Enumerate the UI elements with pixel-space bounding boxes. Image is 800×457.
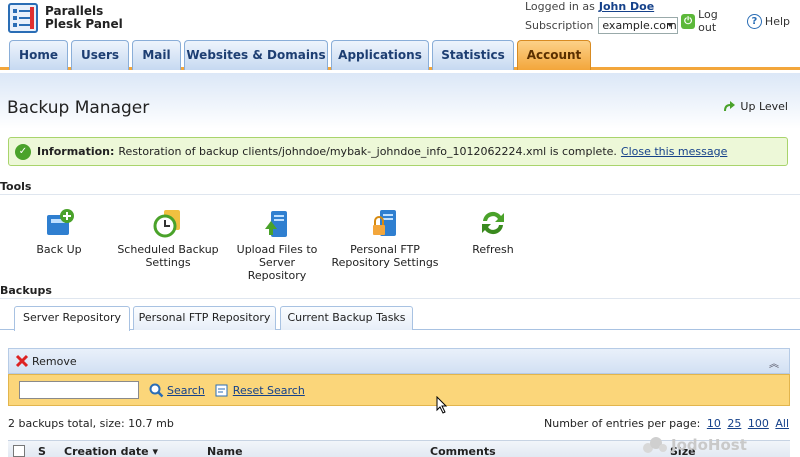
nav-tab-statistics[interactable]: Statistics [432, 40, 514, 70]
logout-label: Log out [698, 8, 718, 34]
list-toolbar: Remove ︽ [8, 348, 790, 374]
tab-personal-ftp-repository[interactable]: Personal FTP Repository [133, 306, 276, 330]
app-name-line2: Plesk Panel [45, 17, 123, 31]
perpage-label: Number of entries per page: [544, 417, 701, 430]
backups-heading: Backups [0, 284, 52, 297]
help-link[interactable]: ? Help [746, 13, 790, 29]
subscription-select[interactable]: example.com [598, 17, 679, 34]
tool-personal-ftp-settings[interactable]: Personal FTP Repository Settings [330, 207, 440, 269]
column-name[interactable]: Name [207, 445, 243, 457]
main-nav: Home Users Mail Websites & Domains Appli… [0, 38, 800, 70]
up-level-icon [724, 101, 736, 111]
tools-divider [0, 194, 800, 195]
tab-server-repository[interactable]: Server Repository [14, 306, 130, 331]
schedule-icon [152, 207, 184, 239]
tool-label: Personal FTP [350, 243, 420, 256]
entries-per-page: Number of entries per page: 10 25 100 Al… [544, 417, 789, 430]
column-comments[interactable]: Comments [430, 445, 496, 457]
page-header: Backup Manager Up Level [0, 73, 800, 129]
perpage-25[interactable]: 25 [727, 417, 741, 430]
tools-heading: Tools [0, 180, 32, 193]
upload-icon [261, 207, 293, 239]
perpage-all[interactable]: All [775, 417, 789, 430]
nav-tab-home[interactable]: Home [9, 40, 68, 70]
remove-button[interactable]: Remove [15, 354, 77, 368]
tool-label: Back Up [36, 243, 82, 256]
column-status[interactable]: S [38, 445, 46, 457]
reset-search-button[interactable]: Reset Search [215, 383, 305, 398]
refresh-icon [477, 207, 509, 239]
up-level-label: Up Level [740, 99, 788, 113]
logged-in-label: Logged in as [525, 0, 595, 13]
watermark-text: JodoHost [671, 436, 747, 454]
search-button-label: Search [167, 383, 205, 397]
tool-label: Scheduled Backup [117, 243, 219, 256]
user-box: Logged in as John Doe Subscription exampl… [525, 0, 679, 34]
perpage-100[interactable]: 100 [748, 417, 769, 430]
info-label: Information: [37, 145, 115, 158]
collapse-icon[interactable]: ︽ [769, 355, 779, 370]
nav-tab-account[interactable]: Account [517, 40, 591, 70]
tool-refresh[interactable]: Refresh [438, 207, 548, 256]
tool-label: Repository [247, 269, 307, 282]
tool-label: Refresh [472, 243, 514, 256]
tool-label: Settings [145, 256, 191, 269]
nav-tab-websites-domains[interactable]: Websites & Domains [184, 40, 328, 70]
mouse-cursor-icon [436, 395, 448, 417]
watermark-logo-icon [643, 437, 667, 453]
watermark: JodoHost [642, 436, 747, 454]
backup-icon [43, 207, 75, 239]
tool-scheduled-backup-settings[interactable]: Scheduled Backup Settings [113, 207, 223, 269]
info-message: ✓ Information: Restoration of backup cli… [8, 137, 788, 166]
remove-icon [15, 354, 29, 368]
tool-label: Repository Settings [331, 256, 439, 269]
help-label: Help [764, 14, 790, 28]
search-input[interactable] [19, 381, 139, 399]
check-icon: ✓ [15, 143, 31, 160]
help-icon: ? [746, 13, 762, 29]
up-level-link[interactable]: Up Level [721, 98, 788, 114]
search-bar: Search Reset Search [8, 374, 790, 406]
backups-summary: 2 backups total, size: 10.7 mb [8, 417, 174, 430]
tool-back-up[interactable]: Back Up [4, 207, 114, 256]
sort-down-icon: ▾ [152, 445, 159, 457]
ftp-lock-icon [369, 207, 401, 239]
nav-tab-applications[interactable]: Applications [331, 40, 429, 70]
chevron-down-icon [667, 23, 674, 27]
plesk-logo-icon [8, 3, 38, 33]
nav-tab-users[interactable]: Users [71, 40, 129, 70]
reset-search-label: Reset Search [232, 383, 305, 397]
search-icon [149, 383, 164, 397]
remove-label: Remove [32, 354, 77, 368]
tool-label: Upload Files to Server [236, 243, 318, 269]
search-button[interactable]: Search [149, 383, 205, 398]
subscription-label: Subscription [525, 19, 594, 32]
logout-icon: ⏻ [681, 13, 696, 29]
reset-search-icon [215, 384, 228, 396]
column-creation-date-label: Creation date [64, 445, 149, 457]
column-creation-date[interactable]: Creation date ▾ [64, 445, 158, 457]
perpage-10[interactable]: 10 [707, 417, 721, 430]
top-links: ⏻ Log out ? Help [681, 8, 800, 34]
subscription-value: example.com [602, 19, 677, 32]
plesk-logo: Parallels Plesk Panel [8, 3, 123, 33]
nav-tab-mail[interactable]: Mail [132, 40, 181, 70]
logout-link[interactable]: ⏻ Log out [681, 8, 737, 34]
info-text: Restoration of backup clients/johndoe/my… [118, 145, 617, 158]
tab-current-backup-tasks[interactable]: Current Backup Tasks [280, 306, 413, 330]
page-title: Backup Manager [7, 98, 150, 118]
backup-tabs: Server Repository Personal FTP Repositor… [0, 306, 800, 331]
close-message-link[interactable]: Close this message [621, 145, 727, 158]
tool-upload-files[interactable]: Upload Files to Server Repository [222, 207, 332, 282]
user-name-link[interactable]: John Doe [599, 0, 654, 13]
select-all-checkbox[interactable] [13, 445, 25, 457]
backups-divider [0, 298, 800, 299]
